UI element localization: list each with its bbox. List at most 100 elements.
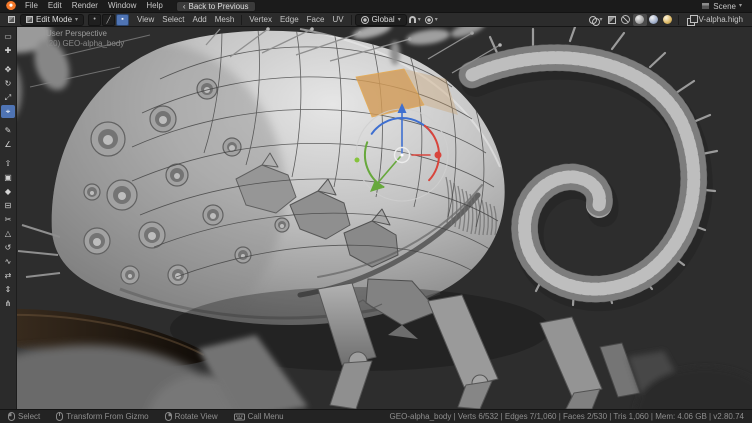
orientation-label: Global	[372, 15, 395, 24]
scene-caret-icon: ▾	[739, 3, 742, 9]
menu-uv[interactable]: UV	[328, 13, 347, 26]
menu-render[interactable]: Render	[67, 0, 103, 12]
hint-call-menu: Call Menu	[234, 412, 284, 421]
tool-select-box[interactable]: ▭	[1, 30, 15, 43]
orientation-globe-icon	[361, 16, 369, 24]
tool-loop-cut[interactable]: ⊟	[1, 199, 15, 212]
tool-rip-region[interactable]: ⋔	[1, 297, 15, 310]
proportional-caret-icon: ▾	[435, 17, 438, 23]
mouse-left-icon	[8, 412, 15, 421]
wireframe-shading-button[interactable]	[619, 14, 633, 26]
solid-shading-icon	[635, 15, 644, 24]
hint-transform-label: Transform From Gizmo	[66, 412, 148, 421]
overlays-icon	[589, 16, 598, 24]
menu-edge[interactable]: Edge	[276, 13, 303, 26]
tool-scale[interactable]: ⤢	[1, 91, 15, 104]
solid-shading-button[interactable]	[633, 14, 647, 26]
rendered-shading-icon	[663, 15, 672, 24]
wireframe-shading-icon	[621, 15, 630, 24]
tool-cursor[interactable]: ✚	[1, 44, 15, 57]
tool-poly-build[interactable]: △	[1, 227, 15, 240]
xray-icon	[608, 16, 616, 24]
menu-view[interactable]: View	[133, 13, 158, 26]
menu-select[interactable]: Select	[158, 13, 188, 26]
viewport-canvas[interactable]	[0, 27, 752, 409]
back-to-previous-label: Back to Previous	[189, 2, 249, 11]
menu-mesh[interactable]: Mesh	[211, 13, 239, 26]
mode-label: Edit Mode	[36, 15, 72, 24]
header-separator	[241, 15, 242, 25]
menu-file[interactable]: File	[20, 0, 43, 12]
active-object-label: (20) GEO-alpha_body	[46, 39, 124, 49]
scene-selector[interactable]: Scene ▾	[696, 2, 747, 11]
header-separator	[351, 15, 352, 25]
edge-select-icon[interactable]: ╱	[102, 14, 115, 26]
menu-face[interactable]: Face	[303, 13, 329, 26]
hint-rotate-view: Rotate View	[165, 412, 218, 421]
menu-help[interactable]: Help	[141, 0, 167, 12]
toolbar: ▭ ✚ ✥ ↻ ⤢ ⌖ ✎ ∠ ⇧ ▣ ◆ ⊟ ✂ △ ↺ ∿ ⇄ ⇕ ⋔	[0, 27, 17, 409]
tool-measure[interactable]: ∠	[1, 138, 15, 151]
material-shading-button[interactable]	[647, 14, 661, 26]
mode-dropdown[interactable]: Edit Mode ▾	[20, 14, 84, 26]
blender-window: File Edit Render Window Help ‹ Back to P…	[0, 0, 752, 423]
tool-edge-slide[interactable]: ⇄	[1, 269, 15, 282]
snap-toggle-button[interactable]: ▾	[407, 14, 423, 26]
mouse-middle-icon	[56, 412, 63, 421]
editor-type-button[interactable]	[4, 14, 18, 26]
select-mode-group: • ╱ ▪	[88, 14, 129, 26]
tool-smooth[interactable]: ∿	[1, 255, 15, 268]
overlays-caret-icon: ▾	[600, 17, 603, 23]
gizmo-x-axis-dot[interactable]	[435, 152, 442, 159]
viewport-3d[interactable]: ▭ ✚ ✥ ↻ ⤢ ⌖ ✎ ∠ ⇧ ▣ ◆ ⊟ ✂ △ ↺ ∿ ⇄ ⇕ ⋔ Us…	[0, 27, 752, 409]
menu-window[interactable]: Window	[103, 0, 141, 12]
gizmo-center-dot	[401, 154, 404, 157]
tool-annotate[interactable]: ✎	[1, 124, 15, 137]
face-select-icon[interactable]: ▪	[116, 14, 129, 26]
proportional-editing-icon	[425, 16, 433, 24]
tool-rotate[interactable]: ↻	[1, 77, 15, 90]
back-to-previous-button[interactable]: ‹ Back to Previous	[176, 1, 256, 12]
back-arrow-icon: ‹	[183, 2, 186, 11]
perspective-label: User Perspective	[46, 29, 124, 39]
tool-shrink-fatten[interactable]: ⇕	[1, 283, 15, 296]
header-separator	[678, 15, 679, 25]
overlays-button[interactable]: ▾	[587, 14, 605, 26]
viewport-header: Edit Mode ▾ • ╱ ▪ View Select Add Mesh V…	[0, 13, 752, 27]
view-layer-icon	[687, 15, 696, 24]
scene-stats: GEO-alpha_body | Verts 6/532 | Edges 7/1…	[390, 412, 744, 421]
edit-mode-cube-icon	[26, 16, 33, 23]
hint-transform-gizmo: Transform From Gizmo	[56, 412, 148, 421]
tool-inset-faces[interactable]: ▣	[1, 171, 15, 184]
viewport-text-overlay: User Perspective (20) GEO-alpha_body	[46, 29, 124, 49]
snap-magnet-icon	[409, 16, 416, 23]
tool-bevel[interactable]: ◆	[1, 185, 15, 198]
orientation-dropdown[interactable]: Global ▾	[355, 14, 407, 26]
blender-logo-icon[interactable]	[6, 1, 16, 11]
topbar: File Edit Render Window Help ‹ Back to P…	[0, 0, 752, 13]
tool-knife[interactable]: ✂	[1, 213, 15, 226]
statusbar: Select Transform From Gizmo Rotate View …	[0, 409, 752, 423]
mode-caret-icon: ▾	[75, 17, 78, 23]
selected-vertex-dot	[355, 158, 360, 163]
hint-select-label: Select	[18, 412, 40, 421]
vertex-select-icon[interactable]: •	[88, 14, 101, 26]
tool-move[interactable]: ✥	[1, 63, 15, 76]
tool-extrude-region[interactable]: ⇧	[1, 157, 15, 170]
hint-select: Select	[8, 412, 40, 421]
mouse-right-icon	[165, 412, 172, 421]
menu-add[interactable]: Add	[188, 13, 210, 26]
material-shading-icon	[649, 15, 658, 24]
tool-transform[interactable]: ⌖	[1, 105, 15, 118]
hint-call-menu-label: Call Menu	[248, 412, 284, 421]
rendered-shading-button[interactable]	[661, 14, 675, 26]
tool-spin[interactable]: ↺	[1, 241, 15, 254]
hint-rotate-label: Rotate View	[175, 412, 218, 421]
viewport-editor-icon	[8, 16, 15, 23]
view-layer-selector[interactable]: V-alpha.high	[682, 15, 748, 24]
menu-edit[interactable]: Edit	[43, 0, 67, 12]
menu-vertex[interactable]: Vertex	[245, 13, 276, 26]
proportional-editing-button[interactable]: ▾	[423, 14, 440, 26]
orientation-caret-icon: ▾	[398, 17, 401, 23]
xray-toggle-button[interactable]	[605, 14, 619, 26]
